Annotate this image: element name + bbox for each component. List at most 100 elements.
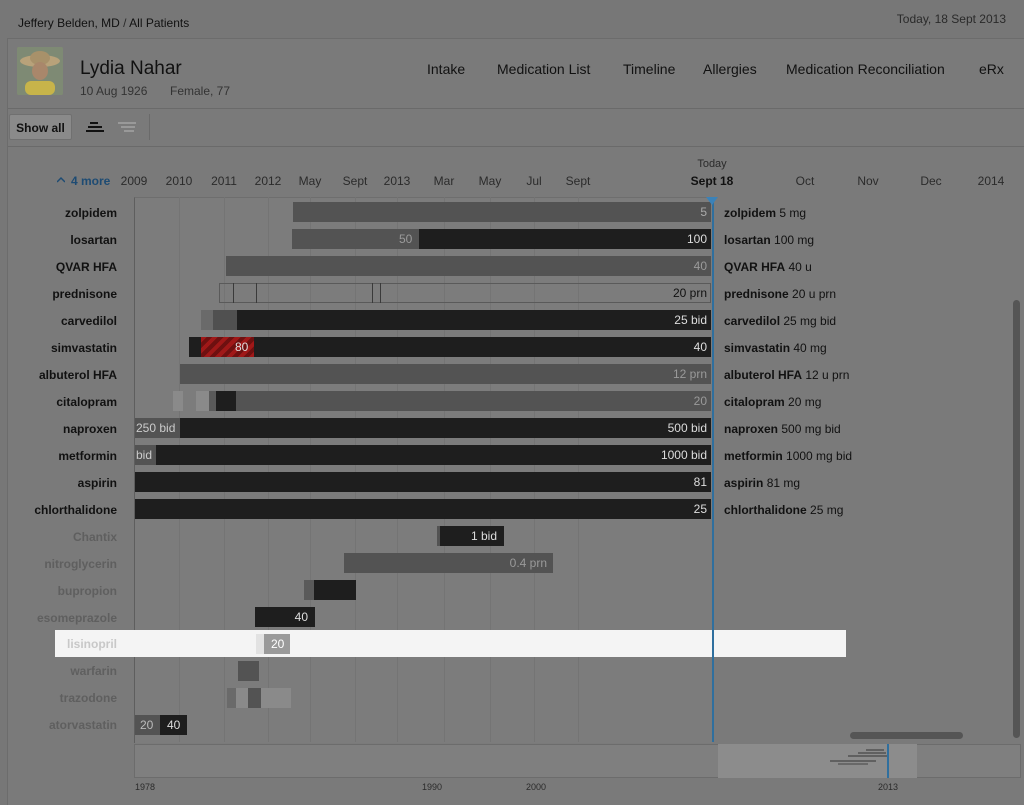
overview-tick: 1978 (134, 782, 156, 792)
dose-label: 40 (693, 259, 707, 273)
grid-line (578, 197, 579, 742)
med-bar[interactable] (201, 310, 213, 330)
med-bar[interactable] (209, 391, 216, 411)
dose-label: 40 (294, 610, 308, 624)
patient-name: Lydia Nahar (80, 58, 182, 79)
med-label-zolpidem[interactable]: zolpidem (0, 206, 117, 220)
tab-medication-list[interactable]: Medication List (497, 61, 590, 77)
med-label-aspirin[interactable]: aspirin (0, 476, 117, 490)
med-bar[interactable] (180, 418, 711, 438)
med-summary: losartan 100 mg (724, 233, 814, 247)
today-date: Today, 18 Sept 2013 (896, 12, 1006, 26)
summary-name: prednisone (724, 287, 789, 301)
med-label-losartan[interactable]: losartan (0, 233, 117, 247)
dose-label: 81 (693, 475, 707, 489)
grid-line (179, 197, 180, 742)
dose-label: 100 (686, 232, 707, 246)
axis-tick: 2013 (383, 174, 411, 188)
med-label-qvar-hfa[interactable]: QVAR HFA (0, 260, 117, 274)
med-label-simvastatin[interactable]: simvastatin (0, 341, 117, 355)
med-bar[interactable] (236, 688, 248, 708)
summary-dose: 40 u (788, 260, 812, 274)
tab-allergies[interactable]: Allergies (703, 61, 757, 77)
tab-intake[interactable]: Intake (427, 61, 465, 77)
dose-label: 12 prn (672, 367, 707, 381)
med-label-bupropion[interactable]: bupropion (0, 584, 117, 598)
summary-dose: 25 mg bid (783, 314, 837, 328)
doctor-name[interactable]: Jeffery Belden, MD (18, 16, 120, 30)
med-bar[interactable] (261, 688, 291, 708)
summary-dose: 1000 mg bid (786, 449, 853, 463)
patient-dob: 10 Aug 1926 (80, 84, 148, 98)
more-rows-toggle[interactable]: 4 more (56, 174, 110, 188)
dose-label: 500 bid (667, 421, 707, 435)
show-all-button[interactable]: Show all (9, 114, 72, 140)
med-label-prednisone[interactable]: prednisone (0, 287, 117, 301)
med-bar[interactable] (196, 391, 209, 411)
med-bar[interactable] (189, 337, 201, 357)
med-bar[interactable] (226, 256, 711, 276)
today-marker-date: Sept 18 (690, 174, 734, 188)
med-label-carvedilol[interactable]: carvedilol (0, 314, 117, 328)
med-label-metformin[interactable]: metformin (0, 449, 117, 463)
med-bar[interactable] (236, 391, 711, 411)
med-label-nitroglycerin[interactable]: nitroglycerin (0, 557, 117, 571)
dose-label: 5 (700, 205, 707, 219)
gantt-view-button[interactable] (80, 114, 112, 140)
dose-label: 80 (235, 340, 249, 354)
summary-name: zolpidem (724, 206, 777, 220)
breadcrumb-all-patients[interactable]: All Patients (129, 16, 189, 30)
axis-tick: Jul (526, 174, 542, 188)
med-summary: metformin 1000 mg bid (724, 449, 852, 463)
med-bar[interactable] (173, 391, 183, 411)
summary-dose: 20 u prn (792, 287, 837, 301)
med-bar[interactable] (419, 229, 711, 249)
med-bar[interactable] (248, 688, 261, 708)
med-bar[interactable] (219, 283, 711, 303)
tab-erx[interactable]: eRx (979, 61, 1004, 77)
med-bar[interactable] (304, 580, 314, 600)
timeline-chart (134, 197, 713, 743)
med-bar[interactable] (135, 472, 711, 492)
med-label-warfarin[interactable]: warfarin (0, 664, 117, 678)
med-label-chlorthalidone[interactable]: chlorthalidone (0, 503, 117, 517)
axis-tick: 2010 (165, 174, 193, 188)
tab-medication-reconciliation[interactable]: Medication Reconciliation (786, 61, 945, 77)
dose-label: 0.4 prn (509, 556, 547, 570)
grid-line (444, 197, 445, 742)
horizontal-scrollbar[interactable] (850, 732, 963, 739)
med-bar[interactable] (180, 364, 711, 384)
dose-tick (233, 283, 234, 303)
dose-label: 25 (693, 502, 707, 516)
med-label-trazodone[interactable]: trazodone (0, 691, 117, 705)
axis-tick: Sept (565, 174, 591, 188)
med-bar[interactable] (156, 445, 711, 465)
grid-line (397, 197, 398, 742)
vertical-scrollbar[interactable] (1013, 300, 1020, 738)
breadcrumb: Jeffery Belden, MD / All Patients (18, 16, 189, 30)
med-label-naproxen[interactable]: naproxen (0, 422, 117, 436)
med-bar[interactable] (293, 202, 711, 222)
med-label-esomeprazole[interactable]: esomeprazole (0, 611, 117, 625)
today-marker-label: Today (697, 158, 727, 170)
med-bar[interactable] (227, 688, 236, 708)
med-label-atorvastatin[interactable]: atorvastatin (0, 718, 117, 732)
med-bar[interactable] (254, 337, 711, 357)
med-bar[interactable] (216, 391, 236, 411)
med-bar[interactable] (213, 310, 237, 330)
med-label-albuterol-hfa[interactable]: albuterol HFA (0, 368, 117, 382)
med-bar[interactable] (135, 499, 711, 519)
tab-timeline[interactable]: Timeline (623, 61, 675, 77)
sorted-view-button[interactable] (112, 114, 144, 140)
summary-name: losartan (724, 233, 771, 247)
med-label-citalopram[interactable]: citalopram (0, 395, 117, 409)
med-bar[interactable] (238, 661, 259, 681)
med-bar[interactable] (256, 634, 264, 654)
axis-tick: 2011 (211, 174, 237, 188)
med-label-chantix[interactable]: Chantix (0, 530, 117, 544)
med-label-lisinopril[interactable]: lisinopril (0, 637, 117, 651)
med-bar[interactable] (237, 310, 711, 330)
med-bar[interactable] (314, 580, 356, 600)
summary-name: metformin (724, 449, 783, 463)
today-line (712, 197, 714, 742)
